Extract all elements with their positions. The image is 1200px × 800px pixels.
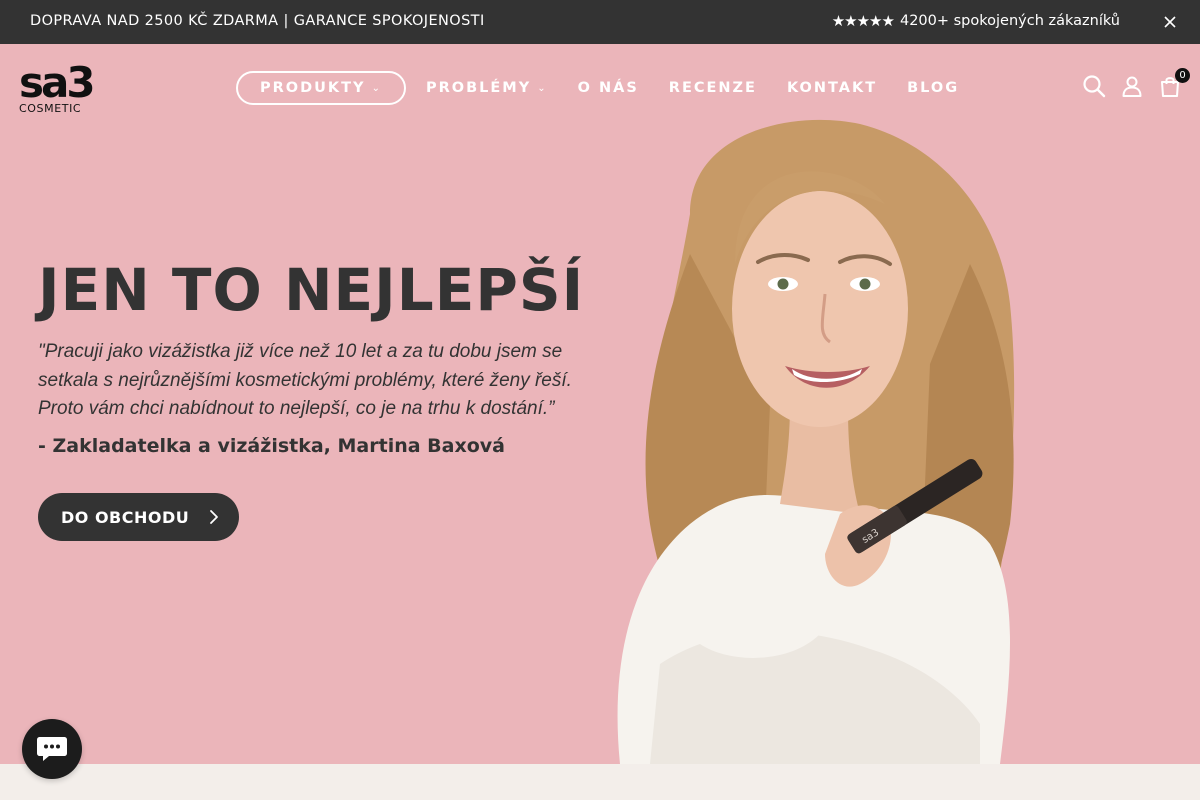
nav-item-label: O NÁS [577,80,639,96]
close-icon[interactable] [1162,14,1178,30]
logo[interactable]: sa3 COSMETIC [19,58,99,116]
next-section [0,764,1200,800]
main-nav: PRODUKTY ⌄ PROBLÉMY ⌄ O NÁS RECENZE KONT… [236,71,989,105]
announcement-text: DOPRAVA NAD 2500 KČ ZDARMA | GARANCE SPO… [30,13,485,29]
nav-item-label: PRODUKTY [260,80,366,96]
star-rating-icon: ★★★★★ [831,12,895,30]
chevron-right-icon [210,510,218,524]
account-icon[interactable] [1120,74,1144,98]
shop-button[interactable]: DO OBCHODU [38,493,239,541]
model-photo: sa3 [617,119,1015,764]
rating-text: 4200+ spokojených zákazníků [899,13,1120,29]
nav-item-problemy[interactable]: PROBLÉMY ⌄ [426,80,548,96]
announcement-bar: DOPRAVA NAD 2500 KČ ZDARMA | GARANCE SPO… [0,0,1200,44]
chat-button[interactable] [22,719,82,779]
nav-item-label: PROBLÉMY [425,80,532,96]
nav-item-recenze[interactable]: RECENZE [669,80,757,96]
nav-item-label: KONTAKT [786,80,878,96]
header-icons: 0 [1082,68,1190,98]
shop-button-label: DO OBCHODU [61,507,190,527]
hero-quote: "Pracuji jako vizážistka již více než 10… [38,341,572,419]
nav-item-label: RECENZE [668,80,757,96]
logo-mark: sa3 [19,58,96,107]
nav-item-kontakt[interactable]: KONTAKT [787,80,877,96]
cart-count-badge: 0 [1175,68,1190,83]
chevron-down-icon: ⌄ [537,82,548,94]
nav-item-label: BLOG [907,80,960,96]
rating-summary: ★★★★★ 4200+ spokojených zákazníků [832,12,1120,30]
chevron-down-icon: ⌄ [371,82,382,94]
nav-item-blog[interactable]: BLOG [907,80,959,96]
hero-section: sa3 sa3 COSMETIC PRODUKTY ⌄ PROBLÉMY ⌄ O… [0,44,1200,764]
chat-icon [37,737,67,761]
hero-headline: JEN TO NEJLEPŠÍ [38,256,585,324]
nav-item-produkty[interactable]: PRODUKTY ⌄ [236,71,406,105]
hero-author: - Zakladatelka a vizážistka, Martina Bax… [38,435,505,457]
nav-item-o-nas[interactable]: O NÁS [578,80,639,96]
search-icon[interactable] [1082,74,1106,98]
cart-button[interactable]: 0 [1158,68,1190,98]
